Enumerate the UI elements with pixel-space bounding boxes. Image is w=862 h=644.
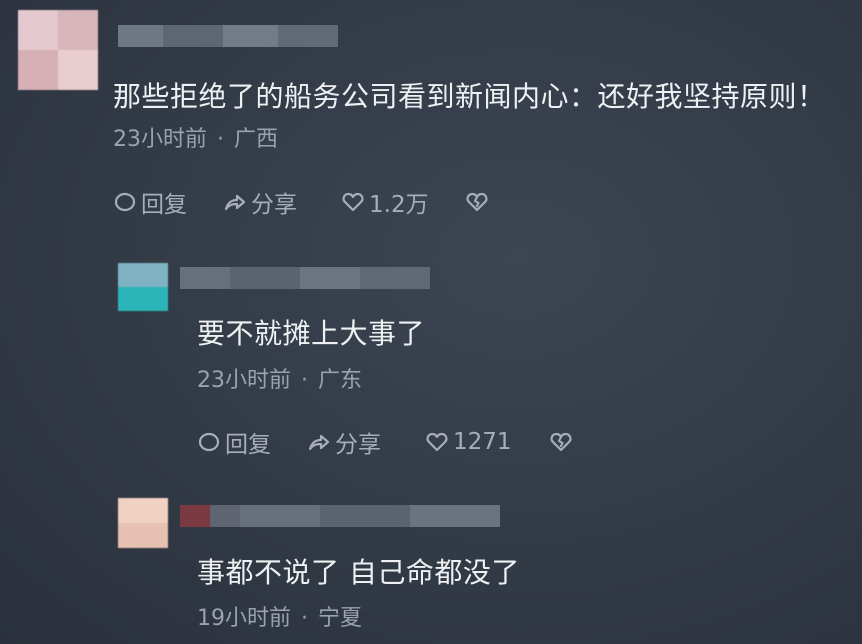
comment-meta: 19小时前 · 宁夏: [197, 606, 362, 632]
dislike-button[interactable]: [549, 427, 577, 457]
comment-2: 要不就摊上大事了 23小时前 · 广东 回复 分享 1271: [0, 255, 862, 485]
dislike-button[interactable]: [465, 187, 493, 217]
like-count: 1.2万: [369, 192, 429, 218]
avatar[interactable]: [118, 263, 168, 311]
comment-text: 事都不说了 自己命都没了: [197, 556, 520, 589]
comment-time: 23小时前: [197, 368, 291, 393]
comment-3: 事都不说了 自己命都没了 19小时前 · 宁夏: [0, 490, 862, 644]
like-count: 1271: [453, 429, 512, 455]
comment-meta: 23小时前 · 广东: [197, 368, 362, 394]
share-label: 分享: [251, 192, 297, 218]
share-arrow-icon: [308, 434, 330, 451]
reply-button[interactable]: 回复: [197, 427, 271, 458]
comment-location: 广东: [318, 368, 363, 393]
meta-separator: ·: [301, 368, 308, 393]
comment-1: 那些拒绝了的船务公司看到新闻内心：还好我坚持原则！ 23小时前 · 广西 回复 分享…: [0, 0, 862, 235]
meta-separator: ·: [301, 606, 308, 631]
comment-actions: 回复 分享 1.2万: [113, 187, 513, 218]
comment-location: 宁夏: [318, 606, 363, 631]
comment-text: 那些拒绝了的船务公司看到新闻内心：还好我坚持原则！: [113, 80, 826, 113]
broken-heart-icon: [466, 192, 488, 212]
heart-icon: [426, 432, 448, 452]
broken-heart-icon: [550, 432, 572, 452]
comment-actions: 回复 分享 1271: [197, 427, 597, 458]
share-arrow-icon: [224, 194, 246, 211]
comment-meta: 23小时前 · 广西: [113, 127, 278, 153]
reply-label: 回复: [141, 192, 187, 218]
comment-time: 23小时前: [113, 127, 207, 152]
share-label: 分享: [335, 432, 381, 458]
username-blurred[interactable]: [118, 25, 338, 47]
share-button[interactable]: 分享: [223, 187, 297, 218]
reply-label: 回复: [225, 432, 271, 458]
like-button[interactable]: 1271: [425, 427, 512, 457]
reply-bubble-icon: [198, 432, 220, 452]
meta-separator: ·: [217, 127, 224, 152]
comment-location: 广西: [234, 127, 279, 152]
comment-text: 要不就摊上大事了: [197, 317, 426, 350]
username-blurred[interactable]: [180, 505, 500, 527]
share-button[interactable]: 分享: [307, 427, 381, 458]
avatar[interactable]: [18, 10, 98, 90]
comment-time: 19小时前: [197, 606, 291, 631]
heart-icon: [342, 192, 364, 212]
avatar[interactable]: [118, 498, 168, 548]
reply-button[interactable]: 回复: [113, 187, 187, 218]
username-blurred[interactable]: [180, 267, 430, 289]
like-button[interactable]: 1.2万: [341, 187, 429, 218]
reply-bubble-icon: [114, 192, 136, 212]
